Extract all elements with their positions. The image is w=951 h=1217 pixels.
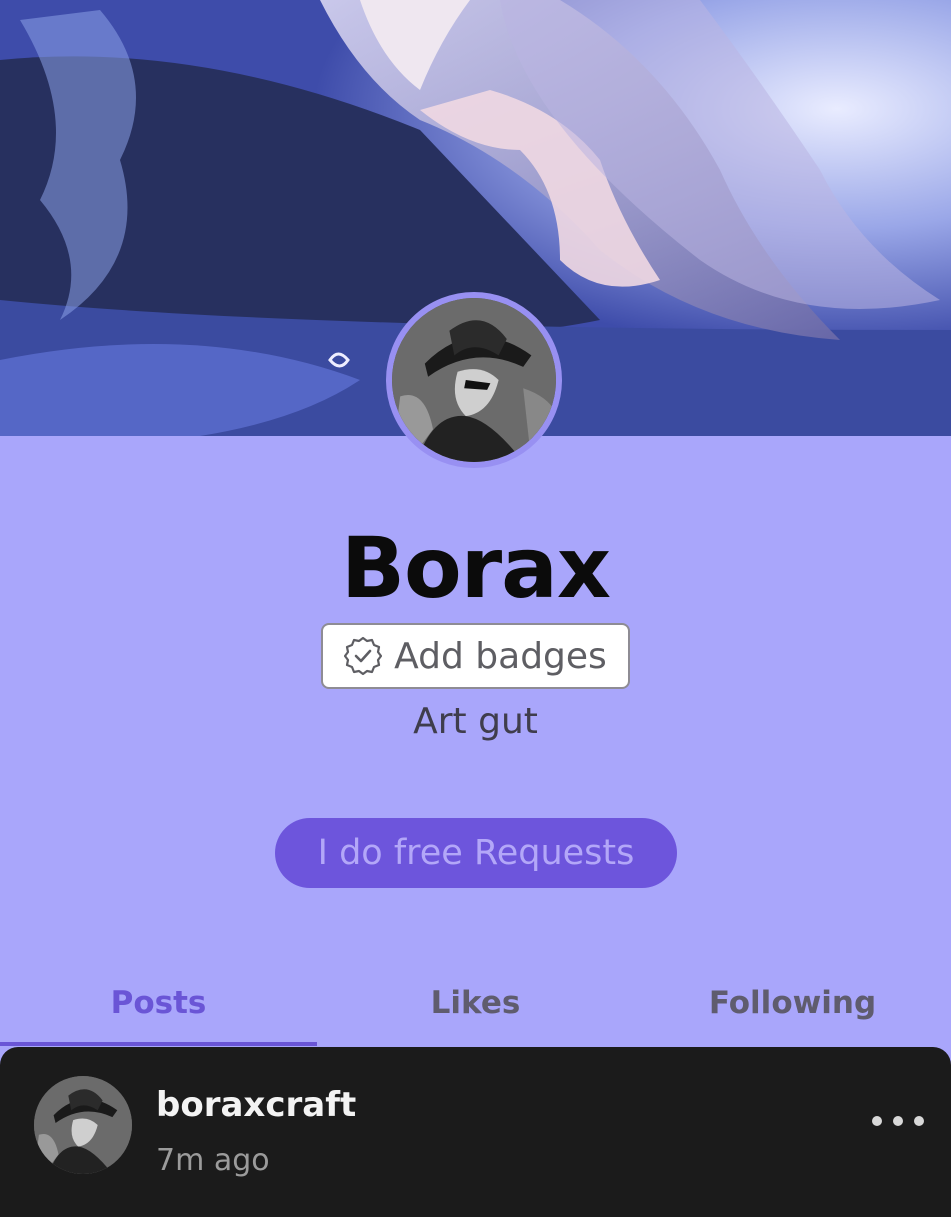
tab-posts-label: Posts <box>110 985 207 1021</box>
tab-posts[interactable]: Posts <box>0 960 317 1046</box>
cta-button[interactable]: I do free Requests <box>275 818 677 888</box>
tab-following[interactable]: Following <box>634 960 951 1046</box>
active-tab-indicator <box>0 1042 317 1046</box>
post-avatar[interactable] <box>34 1076 132 1174</box>
add-badges-label: Add badges <box>394 635 607 677</box>
post-card: boraxcraft 7m ago <box>0 1047 951 1217</box>
post-avatar-image <box>34 1076 132 1174</box>
more-dot <box>914 1116 924 1126</box>
blog-title: Borax <box>340 519 611 617</box>
blog-description: Art gut <box>413 701 538 742</box>
add-badges-button[interactable]: Add badges <box>321 623 630 689</box>
profile-avatar[interactable] <box>386 292 562 468</box>
tab-likes-label: Likes <box>430 985 521 1021</box>
more-options-icon[interactable] <box>872 1103 924 1139</box>
more-dot <box>893 1116 903 1126</box>
more-dot <box>872 1116 882 1126</box>
profile-tabs: Posts Likes Following <box>0 960 951 1046</box>
tab-likes[interactable]: Likes <box>317 960 634 1046</box>
post-username[interactable]: boraxcraft <box>156 1085 356 1125</box>
avatar-image <box>392 298 556 462</box>
tab-following-label: Following <box>708 985 877 1021</box>
post-timestamp: 7m ago <box>156 1143 270 1178</box>
badge-icon <box>344 636 383 676</box>
